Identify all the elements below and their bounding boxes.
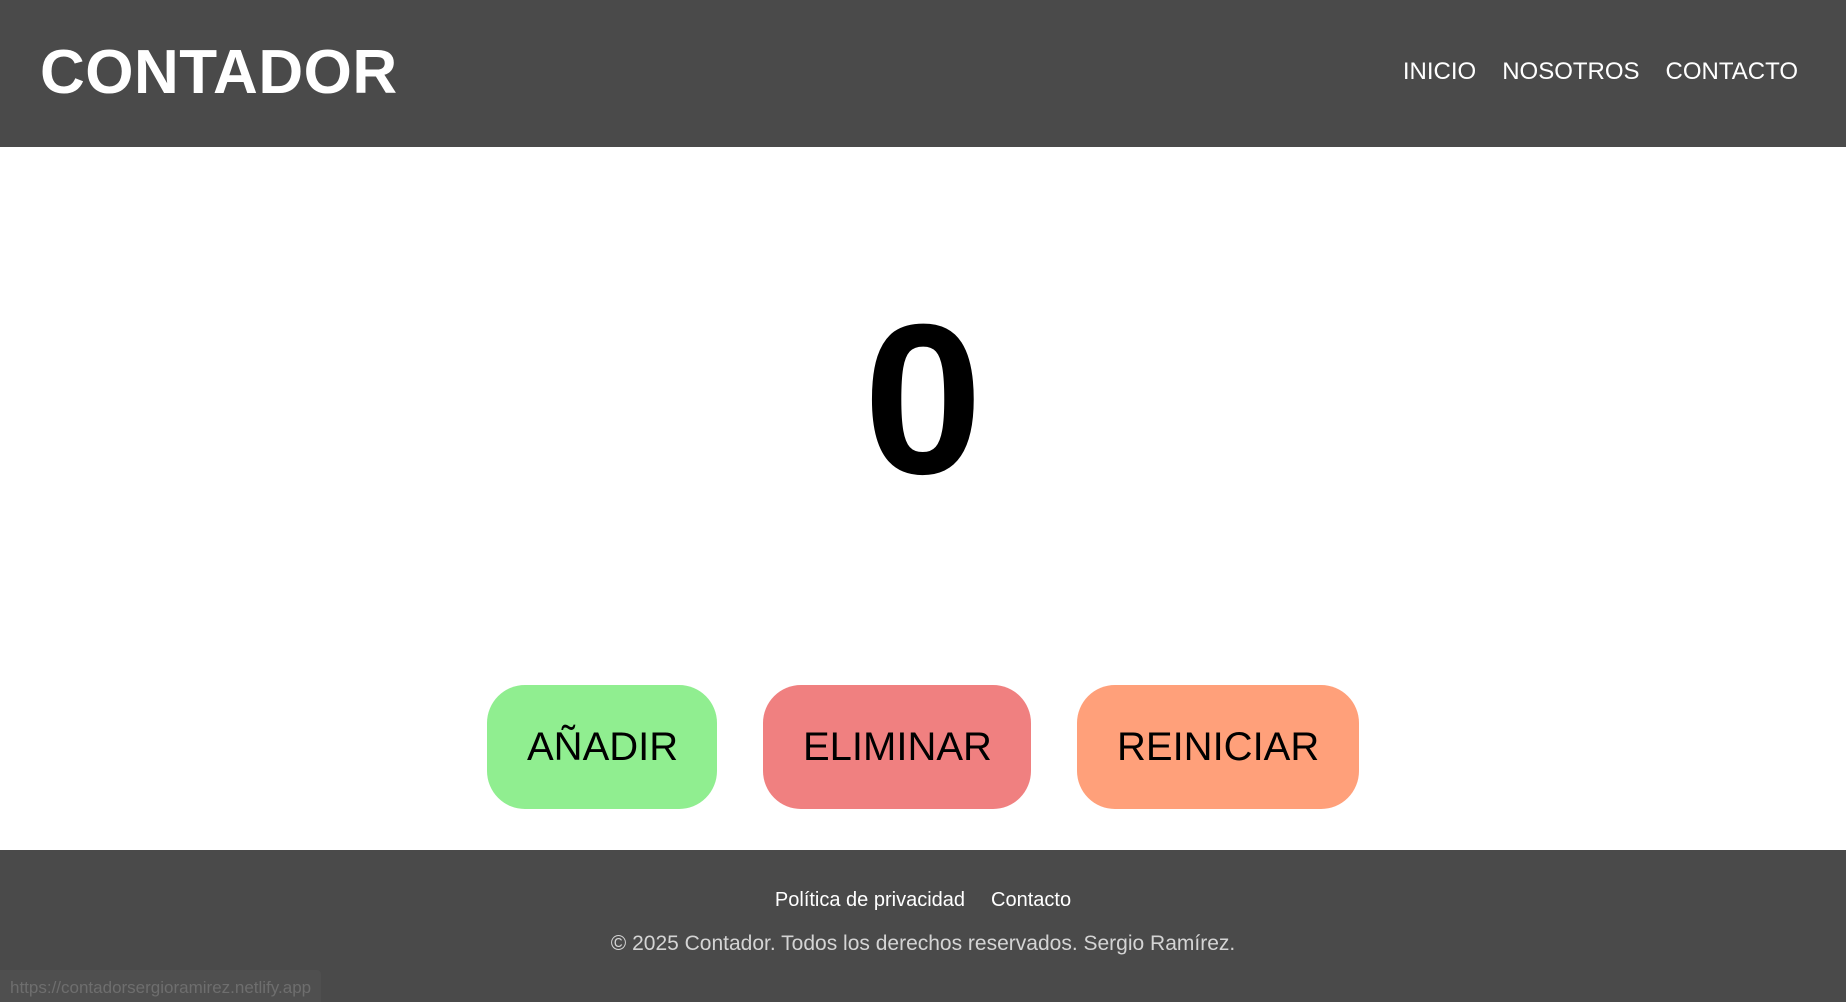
copyright-text: © 2025 Contador. Todos los derechos rese… <box>610 932 1236 955</box>
nav-link-contacto[interactable]: CONTACTO <box>1666 56 1798 88</box>
page: CONTADOR INICIO NOSOTROS CONTACTO 0 AÑAD… <box>0 0 1846 1002</box>
reset-button[interactable]: REINICIAR <box>1077 685 1359 809</box>
nav-link-inicio[interactable]: INICIO <box>1403 56 1476 88</box>
add-button[interactable]: AÑADIR <box>487 685 717 809</box>
status-bar-url: https://contadorsergioramirez.netlify.ap… <box>0 970 322 1002</box>
footer-link-privacy[interactable]: Política de privacidad <box>775 887 965 913</box>
footer-link-contact[interactable]: Contacto <box>991 887 1071 913</box>
brand-title: CONTADOR <box>40 38 398 107</box>
button-group: AÑADIR ELIMINAR REINICIAR <box>0 685 1846 809</box>
footer-links: Política de privacidad Contacto <box>0 887 1846 913</box>
remove-button[interactable]: ELIMINAR <box>763 685 1031 809</box>
main-nav: INICIO NOSOTROS CONTACTO <box>1403 56 1798 88</box>
site-header: CONTADOR INICIO NOSOTROS CONTACTO <box>0 0 1846 147</box>
counter-value: 0 <box>863 280 983 519</box>
nav-link-nosotros[interactable]: NOSOTROS <box>1502 56 1639 88</box>
